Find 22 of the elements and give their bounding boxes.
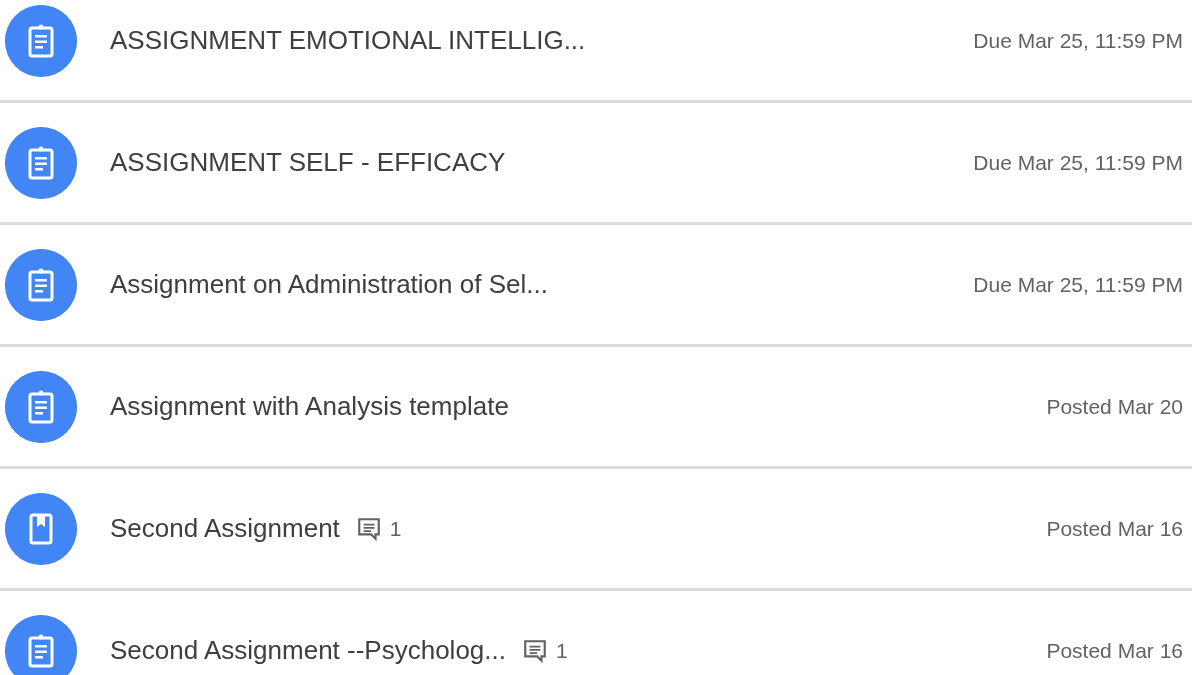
comment-icon <box>522 637 548 664</box>
assignment-title[interactable]: ASSIGNMENT SELF - EFFICACY <box>110 143 506 182</box>
date-label: Posted Mar 20 <box>1046 393 1183 420</box>
clipboard-icon <box>5 126 77 199</box>
assignment-title[interactable]: Assignment on Administration of Sel... <box>110 265 548 304</box>
clipboard-icon <box>5 4 77 77</box>
comment-count: 1 <box>389 515 402 542</box>
date-label: Posted Mar 16 <box>1046 515 1183 542</box>
comment-icon <box>355 515 382 542</box>
assignment-title[interactable]: ASSIGNMENT EMOTIONAL INTELLIG... <box>110 21 586 60</box>
date-label: Due Mar 25, 11:59 PM <box>973 271 1183 298</box>
book-icon <box>5 492 77 565</box>
assignment-title[interactable]: Assignment with Analysis template <box>110 387 509 426</box>
date-label: Due Mar 25, 11:59 PM <box>973 27 1183 54</box>
date-label: Posted Mar 16 <box>1046 637 1183 664</box>
assignment-title[interactable]: Second Assignment --Psycholog... <box>110 631 506 670</box>
clipboard-icon <box>5 370 77 443</box>
comment-count: 1 <box>556 637 568 664</box>
assignment-title[interactable]: Second Assignment <box>110 509 340 548</box>
clipboard-icon <box>5 248 77 321</box>
date-label: Due Mar 25, 11:59 PM <box>973 149 1183 176</box>
clipboard-icon <box>5 614 77 675</box>
